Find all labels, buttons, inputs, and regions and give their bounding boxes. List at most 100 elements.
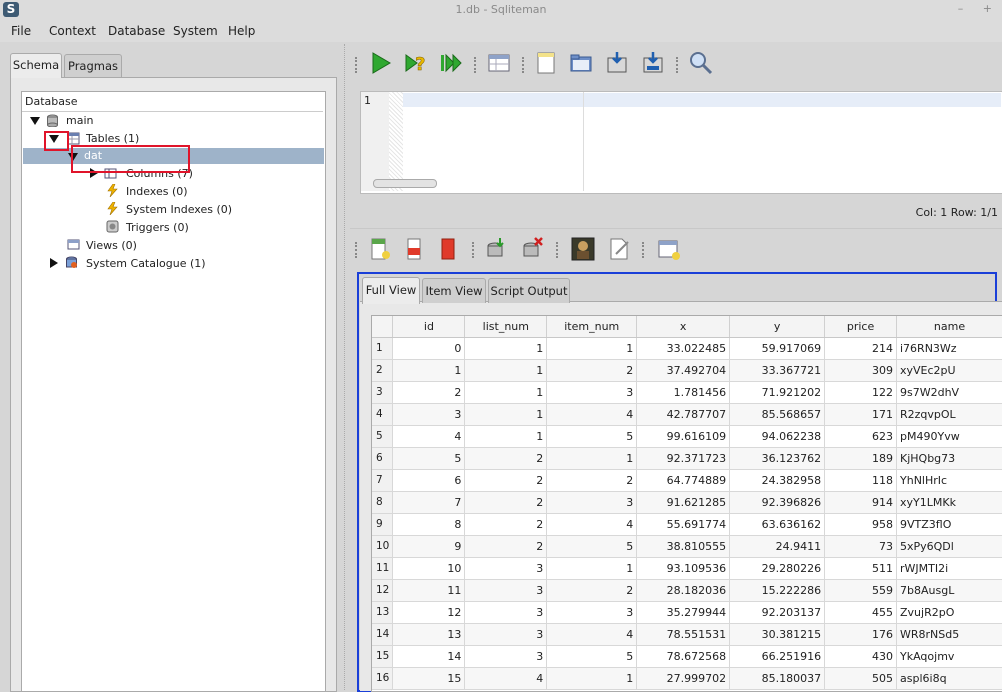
save-as-icon[interactable] xyxy=(640,50,666,76)
cell-price[interactable]: 176 xyxy=(825,624,897,646)
expand-main-icon[interactable] xyxy=(30,117,40,125)
cell-list_num[interactable]: 1 xyxy=(465,382,547,404)
cell-name[interactable]: xyY1LMKk xyxy=(897,492,1002,514)
cell-id[interactable]: 11 xyxy=(393,580,465,602)
column-header[interactable]: list_num xyxy=(465,316,547,338)
table-row[interactable]: 541599.61610994.062238623pM490Yvw xyxy=(372,426,1002,448)
cell-y[interactable]: 66.251916 xyxy=(730,646,825,668)
rollback-icon[interactable] xyxy=(520,236,546,262)
row-number[interactable]: 11 xyxy=(372,558,393,580)
toolbar-grip[interactable] xyxy=(676,57,681,73)
cell-item_num[interactable]: 5 xyxy=(547,426,637,448)
cell-price[interactable]: 511 xyxy=(825,558,897,580)
cell-list_num[interactable]: 3 xyxy=(465,558,547,580)
row-number[interactable]: 2 xyxy=(372,360,393,382)
cell-list_num[interactable]: 1 xyxy=(465,360,547,382)
menu-context[interactable]: Context xyxy=(49,24,96,38)
cell-price[interactable]: 122 xyxy=(825,382,897,404)
row-number[interactable]: 15 xyxy=(372,646,393,668)
column-header[interactable]: y xyxy=(730,316,825,338)
cell-id[interactable]: 12 xyxy=(393,602,465,624)
cell-item_num[interactable]: 3 xyxy=(547,492,637,514)
cell-x[interactable]: 93.109536 xyxy=(637,558,730,580)
tree-item-system-catalogue[interactable]: System Catalogue (1) xyxy=(86,255,206,273)
cell-price[interactable]: 171 xyxy=(825,404,897,426)
cell-price[interactable]: 189 xyxy=(825,448,897,470)
cell-list_num[interactable]: 2 xyxy=(465,492,547,514)
cell-x[interactable]: 99.616109 xyxy=(637,426,730,448)
cell-y[interactable]: 33.367721 xyxy=(730,360,825,382)
row-number[interactable]: 6 xyxy=(372,448,393,470)
table-row[interactable]: 32131.78145671.9212021229s7W2dhV xyxy=(372,382,1002,404)
cell-y[interactable]: 85.568657 xyxy=(730,404,825,426)
cell-name[interactable]: 9VTZ3flO xyxy=(897,514,1002,536)
cell-id[interactable]: 13 xyxy=(393,624,465,646)
row-number[interactable]: 16 xyxy=(372,668,393,690)
tab-full-view[interactable]: Full View xyxy=(362,277,420,304)
cell-x[interactable]: 38.810555 xyxy=(637,536,730,558)
row-number[interactable]: 9 xyxy=(372,514,393,536)
cell-item_num[interactable]: 5 xyxy=(547,646,637,668)
cell-price[interactable]: 118 xyxy=(825,470,897,492)
commit-icon[interactable] xyxy=(484,236,510,262)
cell-price[interactable]: 430 xyxy=(825,646,897,668)
cell-y[interactable]: 59.917069 xyxy=(730,338,825,360)
row-number[interactable]: 1 xyxy=(372,338,393,360)
table-row[interactable]: 211237.49270433.367721309xyVEc2pU xyxy=(372,360,1002,382)
cell-y[interactable]: 85.180037 xyxy=(730,668,825,690)
cell-price[interactable]: 559 xyxy=(825,580,897,602)
cell-price[interactable]: 914 xyxy=(825,492,897,514)
cell-list_num[interactable]: 1 xyxy=(465,338,547,360)
cell-item_num[interactable]: 2 xyxy=(547,360,637,382)
toolbar-grip[interactable] xyxy=(472,242,477,258)
run-icon[interactable] xyxy=(368,50,394,76)
cell-name[interactable]: ZvujR2pO xyxy=(897,602,1002,624)
cell-name[interactable]: xyVEc2pU xyxy=(897,360,1002,382)
insert-row-icon[interactable] xyxy=(367,236,393,262)
toolbar-grip[interactable] xyxy=(556,242,561,258)
table-row[interactable]: 16154127.99970285.180037505aspl6i8q xyxy=(372,668,1002,690)
toolbar-grip[interactable] xyxy=(642,242,647,258)
tree-item-system-indexes[interactable]: System Indexes (0) xyxy=(126,201,232,219)
cell-y[interactable]: 24.382958 xyxy=(730,470,825,492)
cell-y[interactable]: 63.636162 xyxy=(730,514,825,536)
cell-y[interactable]: 30.381215 xyxy=(730,624,825,646)
cell-item_num[interactable]: 4 xyxy=(547,404,637,426)
column-header[interactable]: name xyxy=(897,316,1002,338)
cell-id[interactable]: 9 xyxy=(393,536,465,558)
cell-item_num[interactable]: 1 xyxy=(547,668,637,690)
edit-document-icon[interactable] xyxy=(606,236,632,262)
toolbar-grip[interactable] xyxy=(355,242,360,258)
tree-item-indexes[interactable]: Indexes (0) xyxy=(126,183,188,201)
cell-x[interactable]: 35.279944 xyxy=(637,602,730,624)
cell-item_num[interactable]: 2 xyxy=(547,580,637,602)
cell-name[interactable]: i76RN3Wz xyxy=(897,338,1002,360)
run-script-icon[interactable] xyxy=(438,50,464,76)
window-controls[interactable]: – + xyxy=(958,2,1000,15)
tree-item-main[interactable]: main xyxy=(66,112,93,130)
tab-script-output[interactable]: Script Output xyxy=(488,278,570,303)
cell-id[interactable]: 15 xyxy=(393,668,465,690)
cell-list_num[interactable]: 2 xyxy=(465,514,547,536)
cell-x[interactable]: 78.551531 xyxy=(637,624,730,646)
table-refresh-icon[interactable] xyxy=(656,236,682,262)
column-header[interactable]: item_num xyxy=(547,316,637,338)
table-row[interactable]: 431442.78770785.568657171R2zqvpOL xyxy=(372,404,1002,426)
tree-item-triggers[interactable]: Triggers (0) xyxy=(126,219,189,237)
cell-x[interactable]: 55.691774 xyxy=(637,514,730,536)
tab-schema[interactable]: Schema xyxy=(10,53,62,78)
cell-id[interactable]: 14 xyxy=(393,646,465,668)
cell-item_num[interactable]: 3 xyxy=(547,382,637,404)
row-number[interactable]: 14 xyxy=(372,624,393,646)
cell-item_num[interactable]: 3 xyxy=(547,602,637,624)
cell-price[interactable]: 958 xyxy=(825,514,897,536)
column-header[interactable]: x xyxy=(637,316,730,338)
cell-price[interactable]: 309 xyxy=(825,360,897,382)
column-header[interactable]: price xyxy=(825,316,897,338)
cell-x[interactable]: 92.371723 xyxy=(637,448,730,470)
cell-price[interactable]: 623 xyxy=(825,426,897,448)
delete-row-icon[interactable] xyxy=(402,236,428,262)
table-row[interactable]: 12113228.18203615.2222865597b8AusgL xyxy=(372,580,1002,602)
run-explain-icon[interactable]: ? xyxy=(403,50,429,76)
cell-y[interactable]: 94.062238 xyxy=(730,426,825,448)
